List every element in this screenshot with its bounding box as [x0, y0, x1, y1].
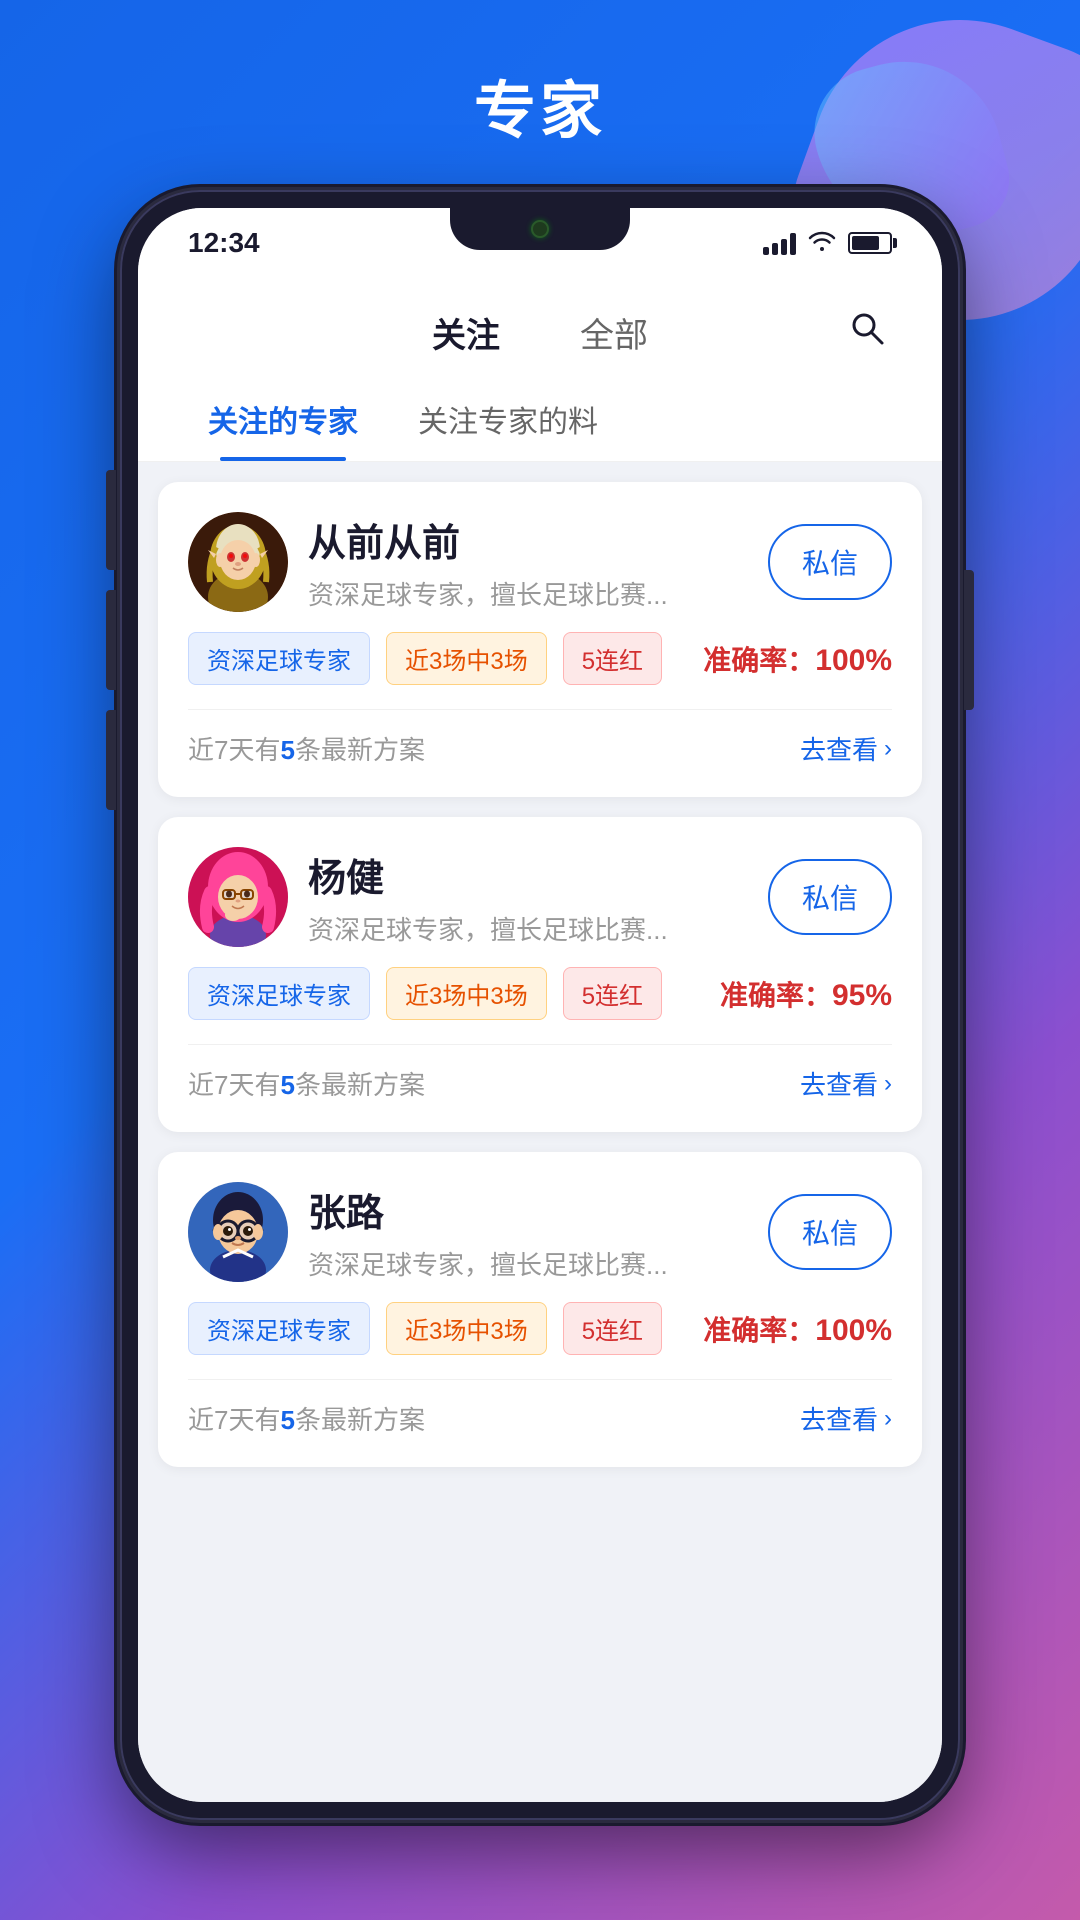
page-title: 专家 [474, 77, 606, 146]
search-icon [847, 308, 887, 348]
accuracy-value-1: 100% [815, 644, 892, 677]
sub-tab-experts-tips[interactable]: 关注专家的料 [388, 377, 628, 461]
recent-plans-1: 近7天有5条最新方案 [188, 730, 425, 767]
tag-streak-2: 5连红 [563, 967, 662, 1020]
chevron-right-icon-2: › [884, 1070, 892, 1098]
nav-tab-follow[interactable]: 关注 [432, 298, 500, 367]
expert-info-3: 张路 资深足球专家，擅长足球比赛... [308, 1182, 748, 1282]
accuracy-value-3: 100% [815, 1314, 892, 1347]
chevron-right-icon-3: › [884, 1405, 892, 1433]
tag-senior-3: 资深足球专家 [188, 1302, 370, 1355]
page-title-area: 专家 [0, 0, 1080, 190]
tag-senior-2: 资深足球专家 [188, 967, 370, 1020]
sub-tab-followed-experts[interactable]: 关注的专家 [178, 377, 388, 461]
expert-avatar-3 [188, 1182, 288, 1282]
tag-recent-1: 近3场中3场 [386, 632, 547, 685]
tag-streak-3: 5连红 [563, 1302, 662, 1355]
accuracy-value-2: 95% [832, 979, 892, 1012]
view-btn-3[interactable]: 去查看 › [800, 1400, 892, 1437]
chevron-right-icon: › [884, 735, 892, 763]
tags-row-3: 资深足球专家 近3场中3场 5连红 准确率：100% [188, 1302, 892, 1355]
battery-icon [848, 232, 892, 254]
accuracy-label-2: 准确率： [720, 980, 832, 1011]
expert-desc-3: 资深足球专家，擅长足球比赛... [308, 1245, 748, 1282]
camera-dot [531, 220, 549, 238]
expert-name-2: 杨健 [308, 847, 748, 902]
recent-plans-3: 近7天有5条最新方案 [188, 1400, 425, 1437]
content-area: 从前从前 资深足球专家，擅长足球比赛... 私信 资深足球专家 近3场中3场 5… [138, 462, 942, 1802]
expert-info-2: 杨健 资深足球专家，擅长足球比赛... [308, 847, 748, 947]
battery-fill [852, 236, 879, 250]
phone-screen: 12:34 [138, 208, 942, 1802]
tag-streak-1: 5连红 [563, 632, 662, 685]
tags-row-2: 资深足球专家 近3场中3场 5连红 准确率：95% [188, 967, 892, 1020]
tag-recent-2: 近3场中3场 [386, 967, 547, 1020]
expert-desc-2: 资深足球专家，擅长足球比赛... [308, 910, 748, 947]
main-nav: 关注 全部 [138, 278, 942, 377]
nav-tab-all[interactable]: 全部 [580, 298, 648, 367]
private-msg-btn-2[interactable]: 私信 [768, 859, 892, 935]
expert-card-3: 张路 资深足球专家，擅长足球比赛... 私信 资深足球专家 近3场中3场 5连红… [158, 1152, 922, 1467]
card-footer-1: 近7天有5条最新方案 去查看 › [188, 709, 892, 767]
accuracy-label-1: 准确率： [703, 645, 815, 676]
expert-header-3: 张路 资深足球专家，擅长足球比赛... 私信 [188, 1182, 892, 1282]
expert-name-3: 张路 [308, 1182, 748, 1237]
accuracy-2: 准确率：95% [720, 974, 892, 1014]
expert-card-1: 从前从前 资深足球专家，擅长足球比赛... 私信 资深足球专家 近3场中3场 5… [158, 482, 922, 797]
accuracy-3: 准确率：100% [703, 1309, 892, 1349]
view-btn-1[interactable]: 去查看 › [800, 730, 892, 767]
wifi-icon [808, 229, 836, 258]
status-time: 12:34 [188, 227, 260, 259]
view-btn-2[interactable]: 去查看 › [800, 1065, 892, 1102]
notch [450, 208, 630, 250]
expert-desc-1: 资深足球专家，擅长足球比赛... [308, 575, 748, 612]
private-msg-btn-1[interactable]: 私信 [768, 524, 892, 600]
status-icons [763, 229, 892, 258]
tags-row-1: 资深足球专家 近3场中3场 5连红 准确率：100% [188, 632, 892, 685]
expert-header-1: 从前从前 资深足球专家，擅长足球比赛... 私信 [188, 512, 892, 612]
status-bar: 12:34 [138, 208, 942, 278]
search-button[interactable] [842, 303, 892, 353]
card-footer-3: 近7天有5条最新方案 去查看 › [188, 1379, 892, 1437]
private-msg-btn-3[interactable]: 私信 [768, 1194, 892, 1270]
expert-avatar-2 [188, 847, 288, 947]
recent-plans-2: 近7天有5条最新方案 [188, 1065, 425, 1102]
sub-tabs: 关注的专家 关注专家的料 [138, 377, 942, 462]
accuracy-1: 准确率：100% [703, 639, 892, 679]
accuracy-label-3: 准确率： [703, 1315, 815, 1346]
expert-name-1: 从前从前 [308, 512, 748, 567]
expert-card-2: 杨健 资深足球专家，擅长足球比赛... 私信 资深足球专家 近3场中3场 5连红… [158, 817, 922, 1132]
phone-frame: 12:34 [120, 190, 960, 1820]
tag-senior-1: 资深足球专家 [188, 632, 370, 685]
tag-recent-3: 近3场中3场 [386, 1302, 547, 1355]
expert-header-2: 杨健 资深足球专家，擅长足球比赛... 私信 [188, 847, 892, 947]
expert-avatar-1 [188, 512, 288, 612]
signal-icon [763, 231, 796, 255]
expert-info-1: 从前从前 资深足球专家，擅长足球比赛... [308, 512, 748, 612]
card-footer-2: 近7天有5条最新方案 去查看 › [188, 1044, 892, 1102]
